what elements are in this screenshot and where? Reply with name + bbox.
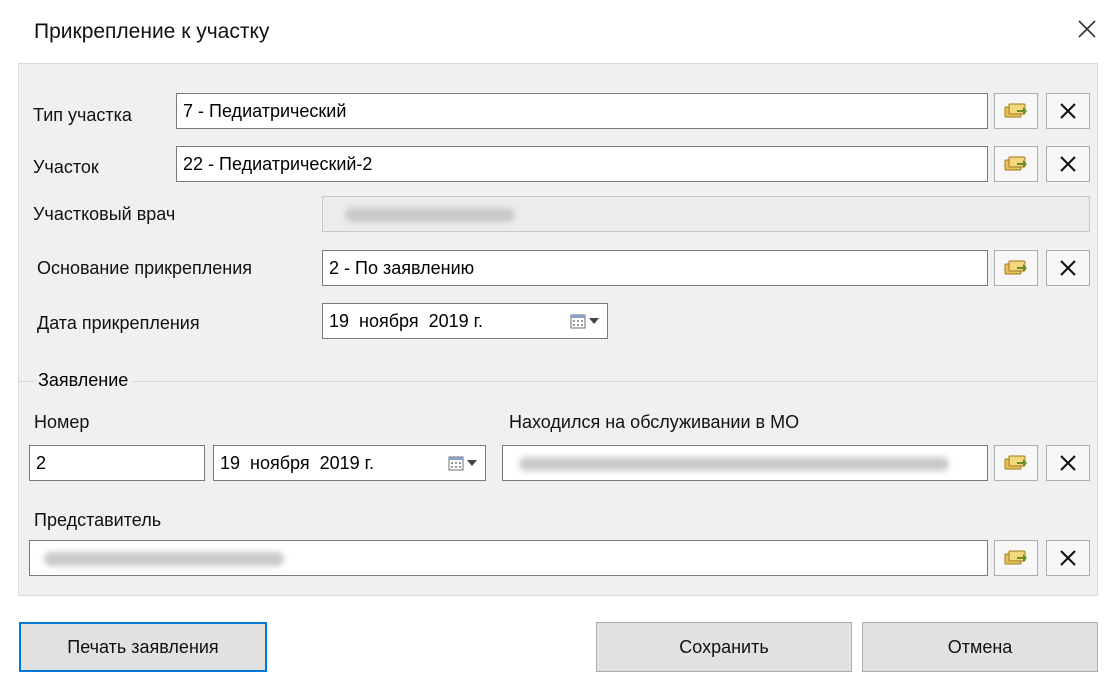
date-day: 19 xyxy=(329,310,350,331)
clear-icon xyxy=(1060,260,1076,276)
doctor-label: Участковый врач xyxy=(33,204,176,224)
attach-date-picker[interactable]: 19 ноября 2019 г. xyxy=(322,303,608,339)
site-type-field[interactable]: 7 - Педиатрический xyxy=(176,93,988,129)
date-month: ноября xyxy=(250,452,310,473)
chevron-down-icon xyxy=(589,318,599,324)
blurred-value xyxy=(519,457,949,472)
date-day: 19 xyxy=(220,452,241,473)
folder-icon xyxy=(1004,260,1027,275)
site-label: Участок xyxy=(33,157,99,177)
site-type-clear-button[interactable] xyxy=(1046,93,1090,129)
folder-icon xyxy=(1004,550,1027,565)
date-year: 2019 г. xyxy=(319,452,375,473)
site-field[interactable]: 22 - Педиатрический-2 xyxy=(176,146,988,182)
dialog-title: Прикрепление к участку xyxy=(34,20,270,43)
close-icon xyxy=(1078,20,1096,38)
representative-clear-button[interactable] xyxy=(1046,540,1090,576)
mo-field[interactable] xyxy=(502,445,988,481)
folder-icon xyxy=(1004,156,1027,171)
folder-icon xyxy=(1004,103,1027,118)
clear-icon xyxy=(1060,455,1076,471)
representative-select-button[interactable] xyxy=(994,540,1038,576)
calendar-icon xyxy=(570,314,586,329)
clear-icon xyxy=(1060,103,1076,119)
attach-date-label: Дата прикрепления xyxy=(37,313,200,333)
basis-label: Основание прикрепления xyxy=(37,258,253,278)
number-label: Номер xyxy=(34,412,90,432)
doctor-field xyxy=(322,196,1090,232)
representative-label: Представитель xyxy=(34,510,162,530)
basis-field[interactable]: 2 - По заявлению xyxy=(322,250,988,286)
site-clear-button[interactable] xyxy=(1046,146,1090,182)
mo-label: Находился на обслуживании в МО xyxy=(509,412,800,432)
chevron-down-icon xyxy=(467,460,477,466)
save-button[interactable]: Сохранить xyxy=(596,622,852,672)
mo-clear-button[interactable] xyxy=(1046,445,1090,481)
blurred-value xyxy=(44,552,284,567)
folder-icon xyxy=(1004,455,1027,470)
representative-field[interactable] xyxy=(29,540,988,576)
blurred-value xyxy=(345,208,515,223)
cancel-button[interactable]: Отмена xyxy=(862,622,1098,672)
clear-icon xyxy=(1060,550,1076,566)
basis-select-button[interactable] xyxy=(994,250,1038,286)
date-month: ноября xyxy=(359,310,419,331)
statement-group-title: Заявление xyxy=(34,370,133,391)
calendar-dropdown-button[interactable] xyxy=(448,455,477,471)
calendar-icon xyxy=(448,456,464,471)
close-button[interactable] xyxy=(1072,14,1102,44)
site-select-button[interactable] xyxy=(994,146,1038,182)
number-field[interactable]: 2 xyxy=(29,445,205,481)
basis-clear-button[interactable] xyxy=(1046,250,1090,286)
statement-date-picker[interactable]: 19 ноября 2019 г. xyxy=(213,445,486,481)
mo-select-button[interactable] xyxy=(994,445,1038,481)
site-type-select-button[interactable] xyxy=(994,93,1038,129)
calendar-dropdown-button[interactable] xyxy=(570,313,599,329)
date-year: 2019 г. xyxy=(428,310,484,331)
clear-icon xyxy=(1060,156,1076,172)
print-statement-button[interactable]: Печать заявления xyxy=(19,622,267,672)
site-type-label: Тип участка xyxy=(33,105,132,125)
